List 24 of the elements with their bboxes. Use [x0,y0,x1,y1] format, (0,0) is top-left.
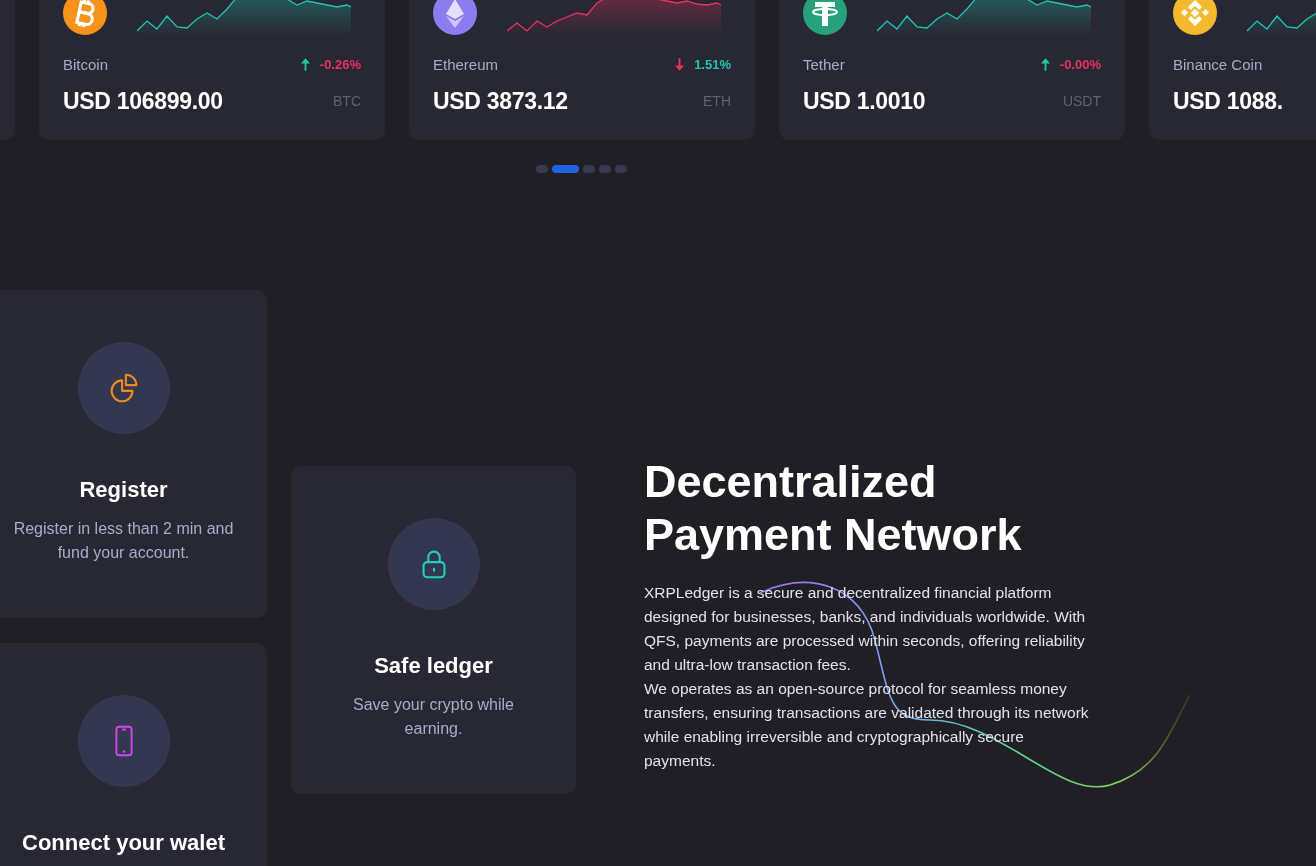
price-change: -0.26% [319,57,361,73]
price-change: -0.00% [1059,57,1101,73]
feature-description: Register in less than 2 min and fund your account. [12,519,235,563]
feature-description: Save your crypto while earning. [352,695,515,739]
coin-price: USD 1088. [1173,87,1283,115]
feature-title: Connect your walet [22,830,225,856]
coin-price: USD 3873.12 [433,87,568,115]
coin-price: USD 106899.00 [63,87,223,115]
coin-symbol: BTC [333,93,361,110]
ethereum-icon [433,0,477,35]
bitcoin-icon [63,0,107,35]
coin-name: Binance Coin [1173,56,1263,74]
coin-name: Ethereum [433,56,499,74]
feature-title: Register [79,477,168,503]
coin-symbol: ETH [703,93,731,110]
coin-price: USD 1.0010 [803,87,926,115]
binance-icon [1173,0,1217,35]
feature-title: Safe ledger [374,653,493,679]
coin-name: Bitcoin [63,56,109,74]
coin-name: Tether [803,56,845,74]
tether-icon [803,0,847,35]
price-change: 1.51% [694,57,731,73]
section-heading: Decentralized Payment Network [644,455,1023,561]
coin-symbol: USDT [1062,93,1101,110]
